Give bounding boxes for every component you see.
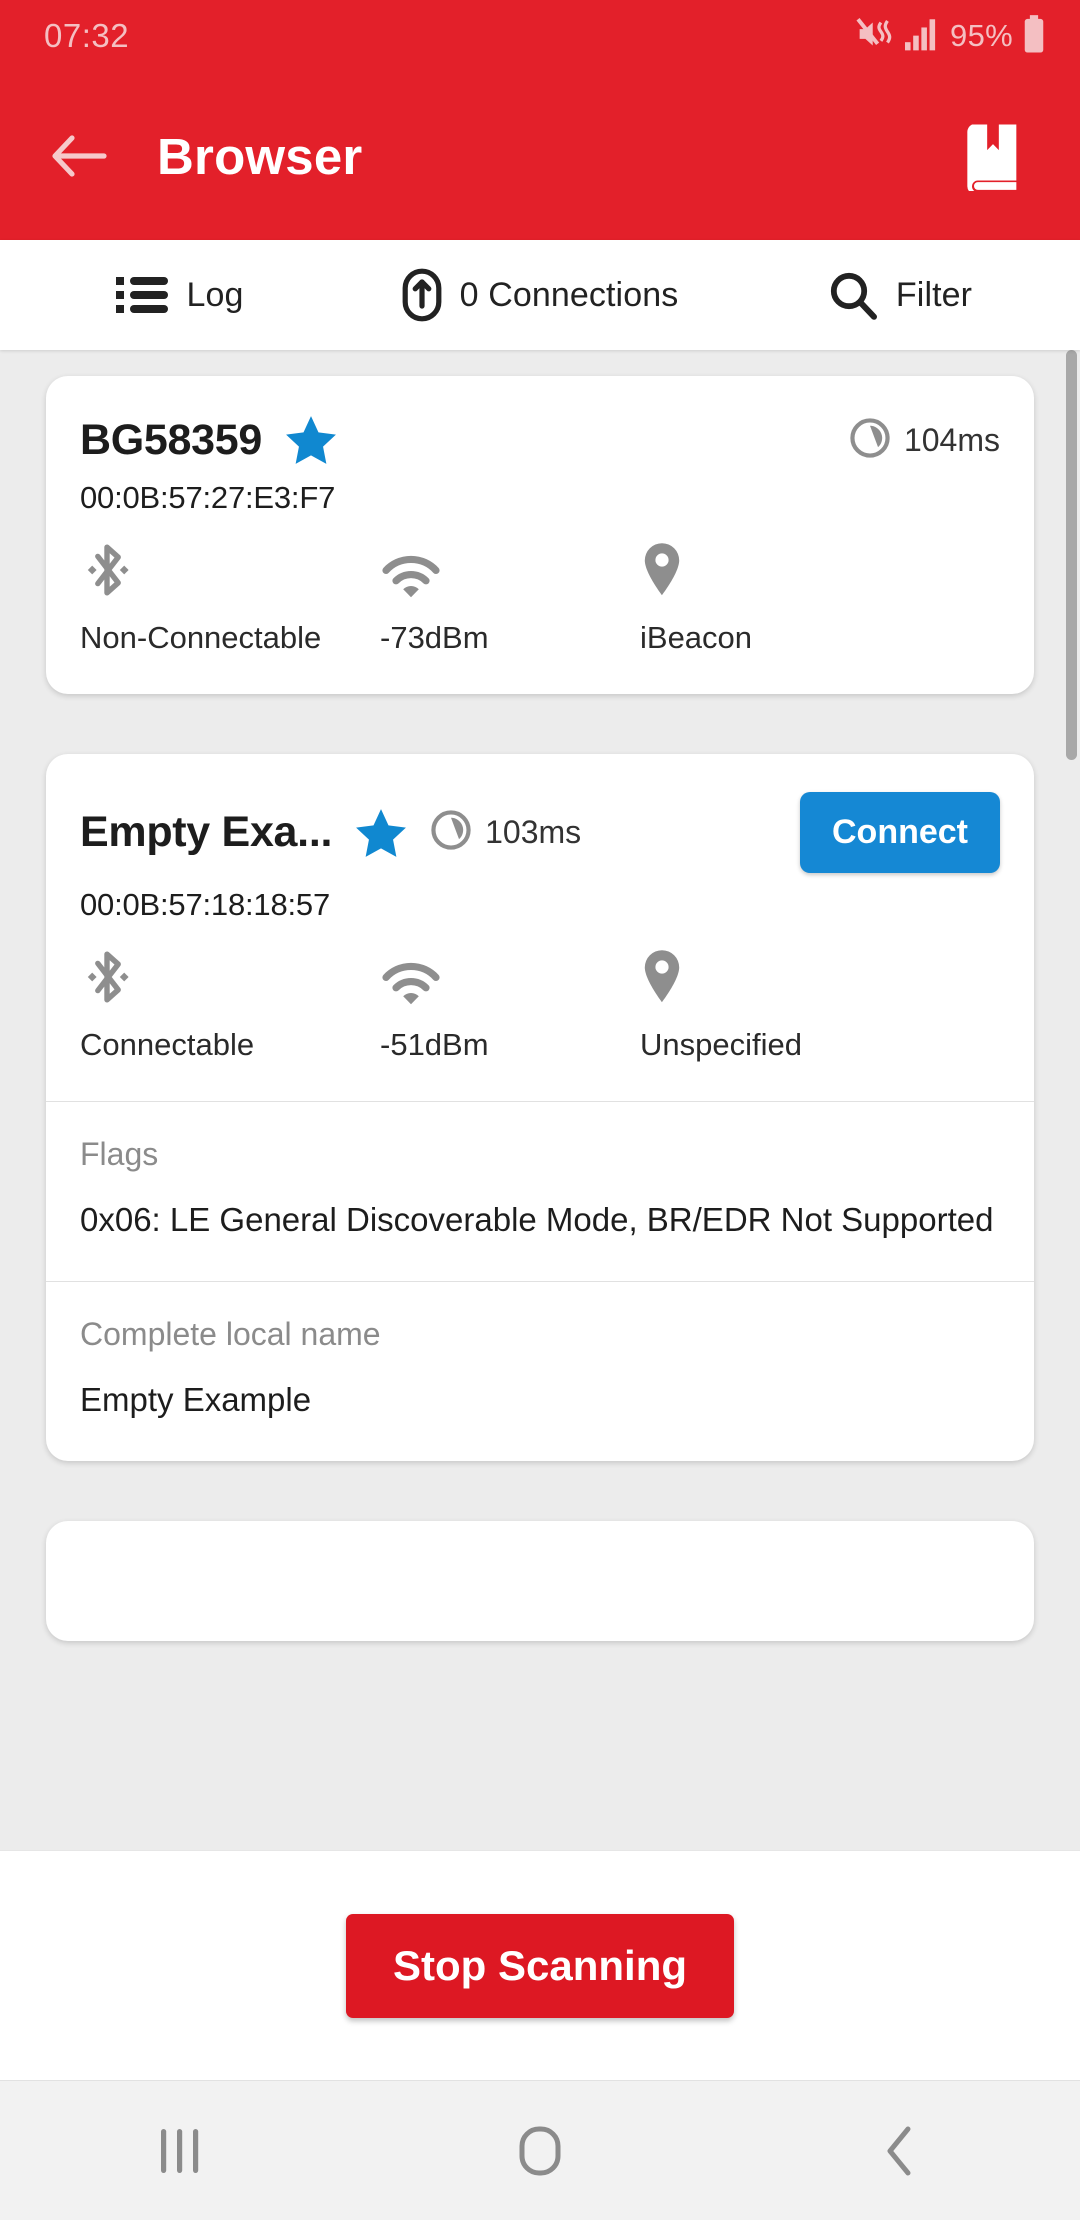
device-header-row: BG58359 104ms <box>80 414 1000 466</box>
advertising-interval-label: 103ms <box>485 814 582 850</box>
attribute-type: Unspecified <box>640 945 802 1063</box>
wifi-signal-icon <box>380 538 640 600</box>
back-button[interactable] <box>40 116 120 196</box>
attribute-connectable-label: Connectable <box>80 1027 255 1062</box>
nav-recents-button[interactable] <box>0 2125 360 2177</box>
section-title: Complete local name <box>80 1316 381 1353</box>
tab-log[interactable]: Log <box>0 240 360 350</box>
tab-connections-label: 0 Connections <box>459 275 679 314</box>
wifi-signal-icon <box>380 945 640 1007</box>
list-icon <box>116 273 169 317</box>
tab-connections[interactable]: 0 Connections <box>360 240 720 350</box>
tab-bar: Log 0 Connections Filter <box>0 240 1080 350</box>
link-icon <box>402 268 442 322</box>
section-title: Flags <box>80 1136 159 1172</box>
attribute-type-label: Unspecified <box>640 1027 802 1062</box>
attribute-rssi-label: -51dBm <box>380 1027 489 1062</box>
battery-icon <box>1022 14 1046 58</box>
android-navigation-bar <box>0 2080 1080 2220</box>
search-icon <box>828 270 878 320</box>
vertical-scrollbar[interactable] <box>1066 350 1077 760</box>
advertising-interval: 104ms <box>849 417 1000 464</box>
attribute-connectable-label: Non-Connectable <box>80 620 322 655</box>
signal-bars-icon <box>905 17 941 56</box>
nav-back-button[interactable] <box>720 2125 1080 2177</box>
status-bar-time: 07:32 <box>44 17 130 54</box>
device-header-row: Empty Exa... 103ms Connect <box>80 792 1000 873</box>
bottom-action-bar: Stop Scanning <box>0 1850 1080 2080</box>
device-attributes: Connectable -51dBm Unspecified <box>46 923 1034 1101</box>
status-bar: 07:32 95% <box>0 0 1080 72</box>
page-title: Browser <box>157 127 363 185</box>
recents-icon <box>161 2128 199 2173</box>
device-card[interactable]: BG58359 104ms 00:0B:57:27:E3:F7 Non-Conn… <box>46 376 1034 694</box>
advertising-section-local-name: Complete local name Empty Example <box>46 1281 1034 1461</box>
attribute-type-label: iBeacon <box>640 620 753 655</box>
device-name: Empty Exa... <box>80 808 333 856</box>
connect-button[interactable]: Connect <box>800 792 1000 873</box>
arrow-left-icon <box>52 135 107 177</box>
favorite-star-icon[interactable] <box>354 807 408 859</box>
section-value: Empty Example <box>80 1381 312 1419</box>
location-pin-icon <box>640 945 802 1007</box>
tab-filter-label: Filter <box>895 275 973 314</box>
tab-filter[interactable]: Filter <box>720 240 1080 350</box>
device-list[interactable]: BG58359 104ms 00:0B:57:27:E3:F7 Non-Conn… <box>0 350 1080 1850</box>
attribute-connectable: Non-Connectable <box>80 538 380 656</box>
attribute-connectable: Connectable <box>80 945 380 1063</box>
advertising-section-flags: Flags 0x06: LE General Discoverable Mode… <box>46 1101 1034 1281</box>
mute-vibrate-icon <box>856 16 896 57</box>
attribute-rssi-label: -73dBm <box>380 620 489 655</box>
bookmark-button[interactable] <box>950 113 1036 199</box>
attribute-type: iBeacon <box>640 538 752 656</box>
bluetooth-icon <box>80 945 380 1007</box>
home-icon <box>519 2126 561 2175</box>
device-mac-address: 00:0B:57:18:18:57 <box>80 887 330 922</box>
device-card[interactable]: Empty Exa... 103ms Connect 00:0B:57:18:1… <box>46 754 1034 1462</box>
advertising-interval-label: 104ms <box>903 421 1000 458</box>
attribute-rssi: -73dBm <box>380 538 640 656</box>
clock-icon <box>430 809 472 856</box>
device-header: Empty Exa... 103ms Connect 00:0B:57:18:1… <box>46 754 1034 923</box>
advertising-interval: 103ms <box>430 809 581 856</box>
tab-log-label: Log <box>186 275 244 314</box>
device-name: BG58359 <box>80 415 262 464</box>
nav-home-button[interactable] <box>360 2125 720 2177</box>
device-mac-address: 00:0B:57:27:E3:F7 <box>80 480 336 515</box>
device-attributes: Non-Connectable -73dBm iBeacon <box>46 516 1034 694</box>
app-bar: Browser <box>0 72 1080 240</box>
clock-icon <box>849 417 891 464</box>
attribute-rssi: -51dBm <box>380 945 640 1063</box>
stop-scanning-button[interactable]: Stop Scanning <box>346 1913 734 2018</box>
device-header: BG58359 104ms 00:0B:57:27:E3:F7 <box>46 376 1034 516</box>
favorite-star-icon[interactable] <box>284 414 338 466</box>
location-pin-icon <box>640 538 752 600</box>
device-card[interactable] <box>46 1521 1034 1642</box>
back-icon <box>887 2126 911 2175</box>
bluetooth-icon <box>80 538 380 600</box>
battery-percent-label: 95% <box>950 18 1013 53</box>
section-value: 0x06: LE General Discoverable Mode, BR/E… <box>80 1201 994 1238</box>
book-icon <box>967 124 1017 191</box>
status-bar-icons: 95% <box>856 14 1046 58</box>
